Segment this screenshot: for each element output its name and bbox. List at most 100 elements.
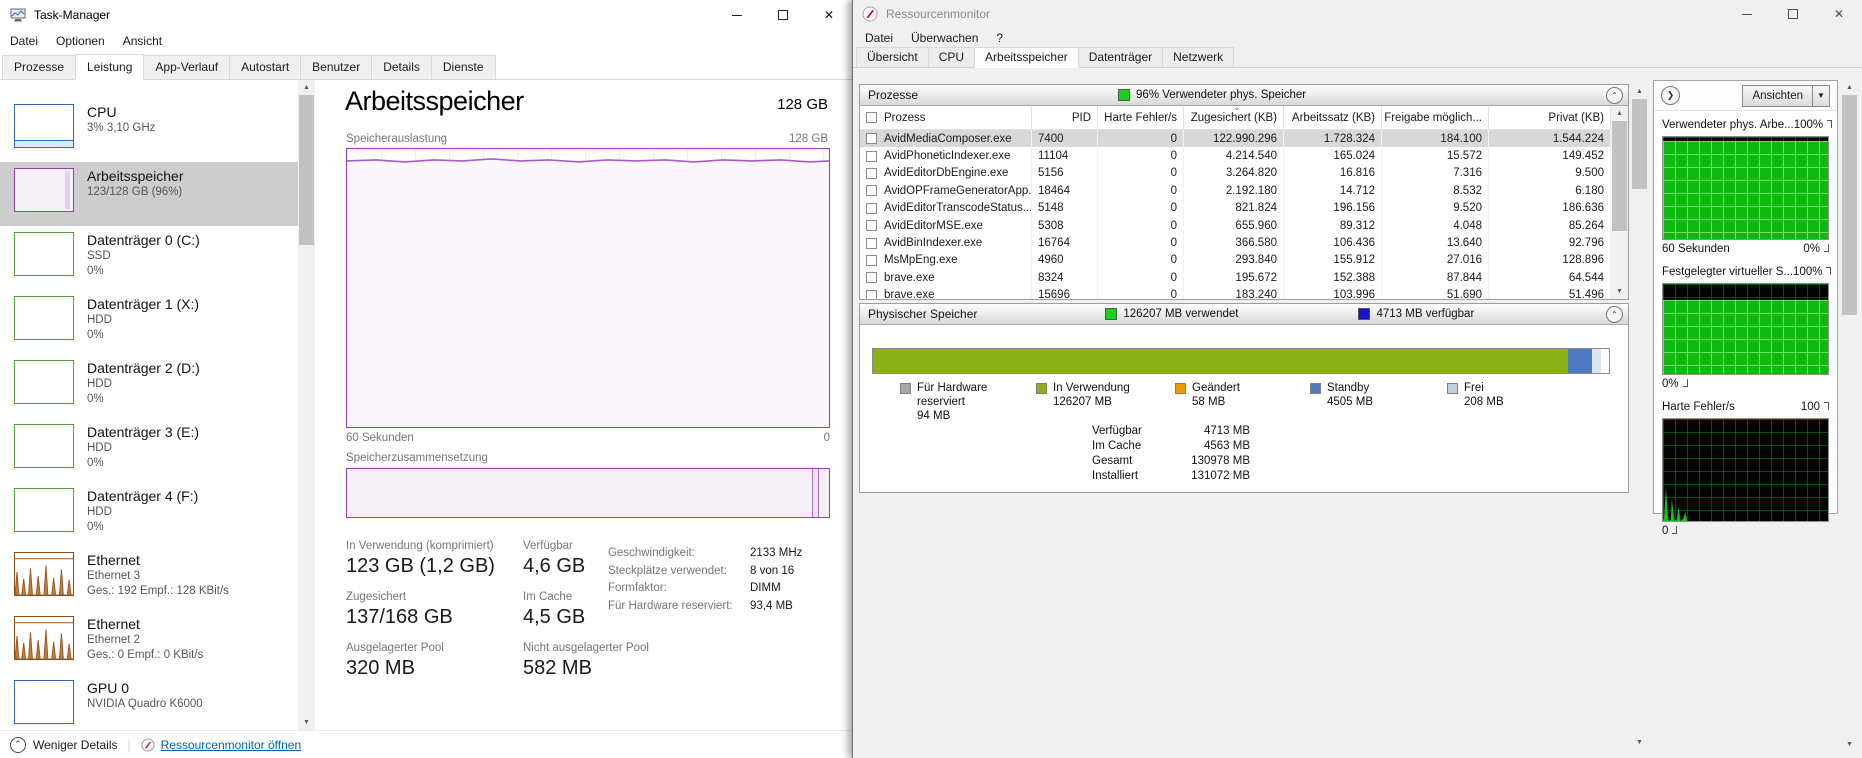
column-header[interactable]: ⌄ Privat (KB)	[1489, 106, 1611, 129]
memory-composition-bar[interactable]	[346, 468, 830, 518]
tab[interactable]: App-Verlauf	[143, 55, 231, 79]
column-header[interactable]: ⌄ Prozess	[860, 106, 1032, 129]
cell-name: AvidMediaComposer.exe	[860, 130, 1032, 148]
tab[interactable]: Arbeitsspeicher	[974, 47, 1079, 68]
process-row[interactable]: AvidEditorDbEngine.exe 5156 0 3.264.820 …	[860, 164, 1611, 183]
tab[interactable]: Prozesse	[2, 55, 77, 79]
tab[interactable]: Netzwerk	[1162, 47, 1235, 67]
scroll-down-arrow[interactable]: ▼	[298, 715, 315, 730]
content-scrollbar[interactable]: ▲ ▼	[1631, 84, 1648, 750]
column-header[interactable]: ⌄ Zugesichert (KB)	[1184, 106, 1284, 129]
process-checkbox[interactable]	[866, 133, 877, 145]
process-checkbox[interactable]	[866, 237, 877, 249]
memory-detail-panel: Arbeitsspeicher 128 GB Speicherauslastun…	[340, 80, 852, 730]
sidebar-item[interactable]: Datenträger 4 (F:) HDD 0%	[0, 482, 298, 546]
menu-item[interactable]: Datei	[857, 28, 901, 48]
process-row[interactable]: AvidOPFrameGeneratorApp... 18464 0 2.192…	[860, 182, 1611, 200]
tab[interactable]: Übersicht	[856, 47, 929, 67]
expand-right-button[interactable]: ❯	[1661, 86, 1680, 105]
scroll-up-arrow[interactable]: ▲	[1841, 80, 1858, 95]
sidebar-item[interactable]: Ethernet Ethernet 2 Ges.: 0 Empf.: 0 KBi…	[0, 610, 298, 674]
process-checkbox[interactable]	[866, 202, 877, 214]
process-checkbox[interactable]	[866, 220, 877, 232]
close-button[interactable]: ✕	[806, 0, 852, 30]
column-header[interactable]: ⌄ Freigabe möglich...	[1382, 106, 1489, 129]
sidebar-item[interactable]: CPU 3% 3,10 GHz	[0, 98, 298, 162]
close-button[interactable]: ✕	[1816, 0, 1862, 28]
fewer-details-toggle[interactable]: ⌃ Weniger Details	[10, 736, 117, 753]
process-table-scrollbar[interactable]: ▲ ▼	[1611, 106, 1628, 299]
tab[interactable]: Dienste	[430, 55, 496, 79]
column-header[interactable]: ⌄ Harte Fehler/s	[1098, 106, 1184, 129]
scroll-down-arrow[interactable]: ▼	[1631, 735, 1648, 750]
scroll-up-arrow[interactable]: ▲	[1611, 106, 1628, 121]
menu-item[interactable]: ?	[988, 28, 1011, 48]
open-resource-monitor-link[interactable]: Ressourcenmonitor öffnen	[141, 738, 301, 752]
sidebar-item[interactable]: GPU 0 NVIDIA Quadro K6000	[0, 674, 298, 730]
tab[interactable]: CPU	[927, 47, 976, 67]
menu-item[interactable]: Optionen	[48, 31, 113, 51]
views-dropdown-button[interactable]: Ansichten ▼	[1742, 84, 1830, 107]
tab[interactable]: Details	[371, 55, 432, 79]
cell-pid: 5156	[1032, 164, 1098, 183]
memory-usage-graph[interactable]	[346, 148, 830, 428]
sidebar-item[interactable]: Ethernet Ethernet 3 Ges.: 192 Empf.: 128…	[0, 546, 298, 610]
scrollbar-thumb[interactable]	[1612, 121, 1627, 231]
process-checkbox[interactable]	[866, 150, 877, 162]
scroll-up-arrow[interactable]: ▲	[1631, 84, 1648, 99]
menu-item[interactable]: Ansicht	[115, 31, 170, 51]
maximize-button[interactable]	[760, 0, 806, 30]
sidebar-item[interactable]: Datenträger 2 (D:) HDD 0%	[0, 354, 298, 418]
task-manager-titlebar: Task-Manager ✕	[0, 0, 852, 30]
column-header-label: Arbeitssatz (KB)	[1291, 111, 1375, 124]
maximize-button[interactable]	[1770, 0, 1816, 28]
tab[interactable]: Datenträger	[1077, 47, 1164, 67]
window-scrollbar[interactable]: ▲ ▼	[1841, 80, 1858, 752]
process-row[interactable]: AvidEditorMSE.exe 5308 0 655.960 89.312 …	[860, 216, 1611, 235]
graph-area	[1662, 418, 1829, 522]
scrollbar-thumb[interactable]	[1632, 99, 1647, 189]
process-checkbox[interactable]	[866, 254, 877, 266]
scrollbar-thumb[interactable]	[299, 95, 314, 245]
process-row[interactable]: brave.exe 8324 0 195.672 152.388 87.844 …	[860, 269, 1611, 287]
collapse-panel-button[interactable]: ⌃	[1606, 305, 1623, 323]
cell-commit: 3.264.820	[1184, 164, 1284, 183]
menu-item[interactable]: Datei	[2, 31, 46, 51]
scroll-up-arrow[interactable]: ▲	[298, 80, 315, 95]
graph-title-row: Verwendeter phys. Arbe... 100%	[1662, 119, 1833, 136]
process-checkbox[interactable]	[866, 167, 877, 179]
process-row[interactable]: MsMpEng.exe 4960 0 293.840 155.912 27.01…	[860, 251, 1611, 270]
tab[interactable]: Benutzer	[300, 55, 373, 79]
process-checkbox[interactable]	[866, 289, 877, 299]
sidebar-item[interactable]: Datenträger 0 (C:) SSD 0%	[0, 226, 298, 290]
scrollbar-thumb[interactable]	[1842, 95, 1857, 315]
select-all-checkbox[interactable]	[866, 112, 877, 123]
scroll-down-arrow[interactable]: ▼	[1611, 284, 1628, 299]
physical-memory-panel-header[interactable]: Physischer Speicher 126207 MB verwendet …	[860, 304, 1628, 325]
tab[interactable]: Autostart	[229, 55, 302, 79]
sidebar-item-line1: HDD	[87, 378, 112, 390]
sidebar-item[interactable]: Arbeitsspeicher 123/128 GB (96%)	[0, 162, 298, 226]
process-row[interactable]: AvidPhoneticIndexer.exe 11104 0 4.214.54…	[860, 147, 1611, 165]
chevron-down-icon[interactable]: ▼	[1812, 85, 1829, 106]
process-row[interactable]: AvidBinIndexer.exe 16764 0 366.580 106.4…	[860, 234, 1611, 252]
sidebar-item[interactable]: Datenträger 3 (E:) HDD 0%	[0, 418, 298, 482]
composition-segment	[811, 469, 820, 517]
minimize-button[interactable]	[1724, 0, 1770, 28]
column-header[interactable]: ⌄ Arbeitssatz (KB)	[1284, 106, 1382, 129]
sidebar-scrollbar[interactable]: ▲ ▼	[298, 80, 315, 730]
process-row[interactable]: AvidEditorTranscodeStatus... 5148 0 821.…	[860, 199, 1611, 217]
sparkline-thumbnail	[14, 232, 74, 276]
process-row[interactable]: AvidMediaComposer.exe 7400 0 122.990.296…	[860, 130, 1611, 148]
process-checkbox[interactable]	[866, 185, 877, 197]
minimize-button[interactable]	[714, 0, 760, 30]
process-row[interactable]: brave.exe 15696 0 183.240 103.996 51.690…	[860, 286, 1611, 299]
column-header[interactable]: ⌄ PID	[1032, 106, 1098, 129]
menu-item[interactable]: Überwachen	[903, 28, 986, 48]
tab[interactable]: Leistung	[75, 54, 145, 80]
sidebar-item[interactable]: Datenträger 1 (X:) HDD 0%	[0, 290, 298, 354]
process-checkbox[interactable]	[866, 272, 877, 284]
scroll-down-arrow[interactable]: ▼	[1841, 737, 1858, 752]
collapse-panel-button[interactable]: ⌃	[1606, 86, 1623, 104]
processes-panel-header[interactable]: Prozesse 96% Verwendeter phys. Speicher …	[860, 85, 1628, 106]
